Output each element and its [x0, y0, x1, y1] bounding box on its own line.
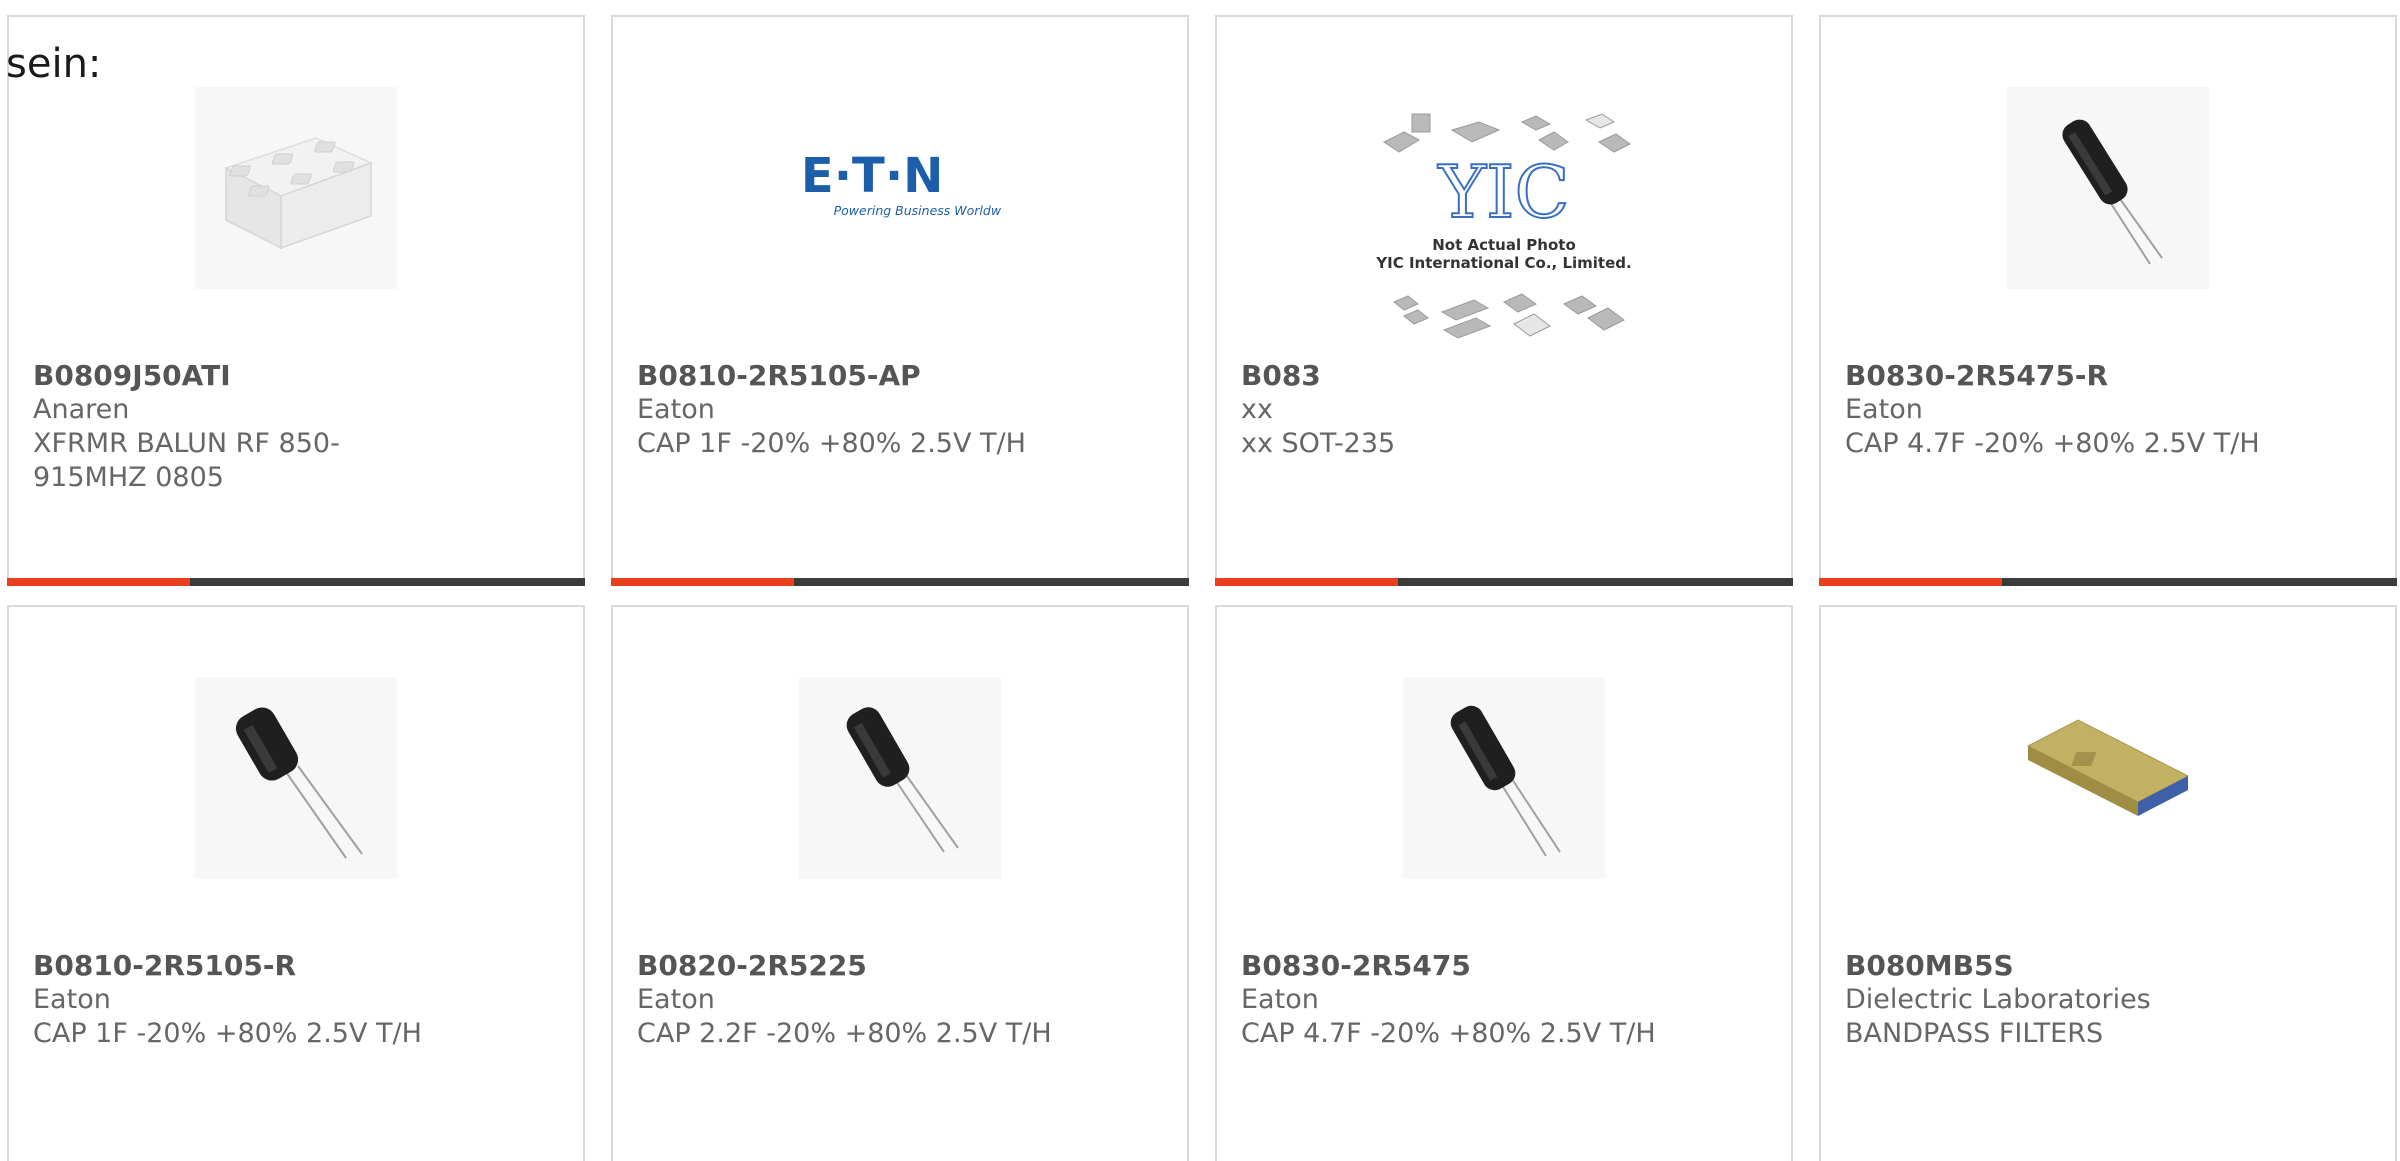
not-actual-photo-note: Not Actual Photo [1432, 236, 1576, 254]
product-info: B0830-2R5475 Eaton CAP 4.7F -20% +80% 2.… [1241, 949, 1767, 1051]
manufacturer: Eaton [33, 984, 111, 1015]
yic-placeholder-image[interactable]: YIC Not Actual Photo YIC International C… [1364, 97, 1644, 357]
description: xx SOT-235 [1241, 428, 1396, 459]
product-card[interactable]: E∙T∙N Powering Business Worldwide B0810-… [611, 15, 1189, 586]
yic-company-note: YIC International Co., Limited. [1375, 254, 1631, 272]
manufacturer: Anaren [33, 394, 130, 425]
part-number[interactable]: B0830-2R5475 [1241, 949, 1767, 983]
manufacturer: xx [1241, 394, 1273, 425]
product-info: B083 xx xx SOT-235 [1241, 359, 1767, 461]
product-info: B0820-2R5225 Eaton CAP 2.2F -20% +80% 2.… [637, 949, 1163, 1051]
manufacturer: Dielectric Laboratories [1845, 984, 2151, 1015]
manufacturer: Eaton [1845, 394, 1923, 425]
eaton-logo-text: E∙T∙N [801, 148, 943, 204]
eaton-tagline: Powering Business Worldwide [834, 203, 1001, 218]
product-card[interactable]: YIC Not Actual Photo YIC International C… [1215, 15, 1793, 586]
card-bottom-bar [1215, 578, 1793, 586]
product-info: B080MB5S Dielectric Laboratories BANDPAS… [1845, 949, 2371, 1051]
product-card[interactable]: B080MB5S Dielectric Laboratories BANDPAS… [1819, 605, 2397, 1161]
description: CAP 4.7F -20% +80% 2.5V T/H [1845, 428, 2260, 459]
description: XFRMR BALUN RF 850-915MHZ 0805 [33, 428, 340, 493]
card-accent-bar [7, 578, 190, 586]
product-info: B0830-2R5475-R Eaton CAP 4.7F -20% +80% … [1845, 359, 2371, 461]
part-number[interactable]: B0810-2R5105-R [33, 949, 559, 983]
part-number[interactable]: B0820-2R5225 [637, 949, 1163, 983]
product-card[interactable]: B0810-2R5105-R Eaton CAP 1F -20% +80% 2.… [7, 605, 585, 1161]
yic-logo-text: YIC [1437, 150, 1569, 234]
card-bottom-bar [611, 578, 1189, 586]
card-accent-bar [1819, 578, 2002, 586]
capacitor-image[interactable] [195, 677, 397, 879]
description: CAP 1F -20% +80% 2.5V T/H [637, 428, 1026, 459]
card-accent-bar [1215, 578, 1398, 586]
capacitor-image[interactable] [2007, 87, 2209, 289]
product-card[interactable]: B0830-2R5475-R Eaton CAP 4.7F -20% +80% … [1819, 15, 2397, 586]
part-number[interactable]: B0809J50ATI [33, 359, 559, 393]
manufacturer: Eaton [637, 984, 715, 1015]
capacitor-image[interactable] [1403, 677, 1605, 879]
product-info: B0809J50ATI Anaren XFRMR BALUN RF 850-91… [33, 359, 559, 495]
part-number[interactable]: B0810-2R5105-AP [637, 359, 1163, 393]
description: CAP 2.2F -20% +80% 2.5V T/H [637, 1018, 1052, 1049]
balun-chip-image[interactable] [195, 87, 397, 289]
card-bottom-bar [7, 578, 585, 586]
page-prefix-text: sein: [6, 41, 102, 87]
product-info: B0810-2R5105-R Eaton CAP 1F -20% +80% 2.… [33, 949, 559, 1051]
part-number[interactable]: B083 [1241, 359, 1767, 393]
manufacturer: Eaton [637, 394, 715, 425]
description: BANDPASS FILTERS [1845, 1018, 2104, 1049]
part-number[interactable]: B080MB5S [1845, 949, 2371, 983]
product-card[interactable]: B0809J50ATI Anaren XFRMR BALUN RF 850-91… [7, 15, 585, 586]
description: CAP 4.7F -20% +80% 2.5V T/H [1241, 1018, 1656, 1049]
card-bottom-bar [1819, 578, 2397, 586]
product-card[interactable]: B0820-2R5225 Eaton CAP 2.2F -20% +80% 2.… [611, 605, 1189, 1161]
card-accent-bar [611, 578, 794, 586]
manufacturer: Eaton [1241, 984, 1319, 1015]
product-info: B0810-2R5105-AP Eaton CAP 1F -20% +80% 2… [637, 359, 1163, 461]
filter-module-image[interactable] [2007, 677, 2209, 879]
product-card[interactable]: B0830-2R5475 Eaton CAP 4.7F -20% +80% 2.… [1215, 605, 1793, 1161]
description: CAP 1F -20% +80% 2.5V T/H [33, 1018, 422, 1049]
capacitor-image[interactable] [799, 677, 1001, 879]
part-number[interactable]: B0830-2R5475-R [1845, 359, 2371, 393]
eaton-logo-image[interactable]: E∙T∙N Powering Business Worldwide [799, 87, 1001, 289]
